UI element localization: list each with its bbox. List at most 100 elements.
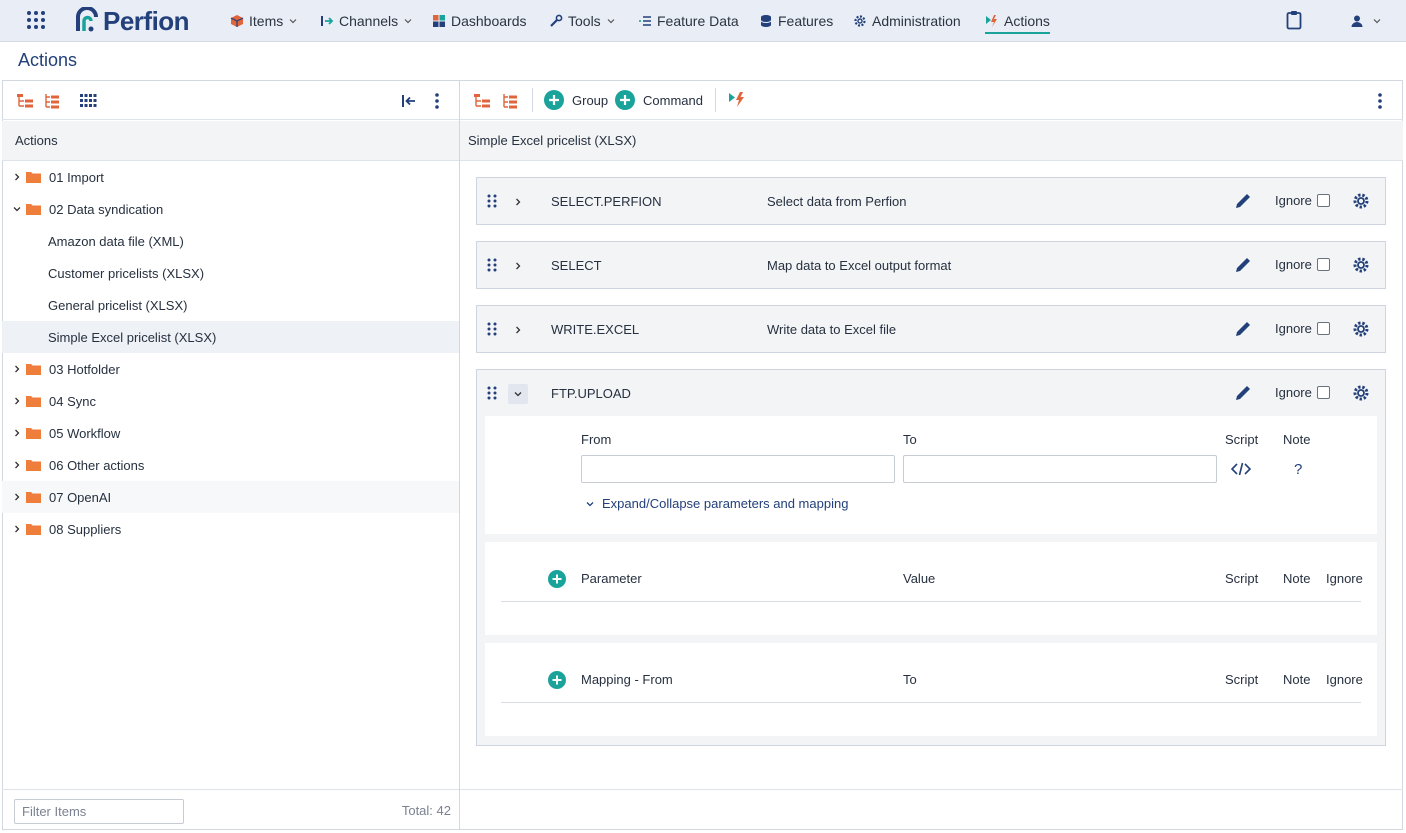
- collapse-panel-icon[interactable]: [400, 92, 418, 110]
- tree-folder-07-openai[interactable]: 07 OpenAI: [2, 481, 459, 513]
- chevron-right-icon[interactable]: [12, 460, 22, 470]
- tree-folder-03-hotfolder[interactable]: 03 Hotfolder: [2, 353, 459, 385]
- pencil-icon[interactable]: [1234, 192, 1252, 210]
- pencil-icon[interactable]: [1234, 384, 1252, 402]
- tree-folder-04-sync[interactable]: 04 Sync: [2, 385, 459, 417]
- nav-items[interactable]: Items: [230, 0, 298, 42]
- parameter-panel: Parameter Value Script Note Ignore: [485, 542, 1377, 635]
- pencil-icon[interactable]: [1234, 320, 1252, 338]
- run-action-icon[interactable]: [728, 91, 746, 109]
- gear-icon[interactable]: [1352, 192, 1370, 210]
- chevron-down-icon: [514, 392, 522, 397]
- tree-item-customer-pricelists[interactable]: Customer pricelists (XLSX): [2, 257, 459, 289]
- add-mapping-icon[interactable]: [548, 671, 566, 689]
- folder-icon: [26, 524, 41, 535]
- chevron-right-icon[interactable]: [12, 172, 22, 182]
- grid-view-icon[interactable]: [79, 92, 97, 110]
- clipboard-icon[interactable]: [1286, 10, 1302, 30]
- add-command-button[interactable]: Command: [615, 90, 703, 110]
- code-icon[interactable]: [1231, 462, 1251, 476]
- nav-administration[interactable]: Administration: [853, 0, 961, 42]
- folder-icon: [26, 396, 41, 407]
- chevron-right-icon[interactable]: [12, 396, 22, 406]
- chevron-right-icon[interactable]: [12, 364, 22, 374]
- tree-item-amazon-data-file[interactable]: Amazon data file (XML): [2, 225, 459, 257]
- collapse-command-button[interactable]: [508, 384, 528, 404]
- tree-folder-08-suppliers[interactable]: 08 Suppliers: [2, 513, 459, 545]
- tree-item-simple-excel-pricelist[interactable]: Simple Excel pricelist (XLSX): [2, 321, 459, 353]
- expand-command-button[interactable]: [508, 256, 528, 276]
- tree-folder-01-import[interactable]: 01 Import: [2, 161, 459, 193]
- expand-command-button[interactable]: [508, 192, 528, 212]
- filter-items-input[interactable]: [14, 799, 184, 824]
- note-help-icon[interactable]: ?: [1294, 461, 1302, 478]
- chevron-right-icon[interactable]: [12, 492, 22, 502]
- more-vertical-icon[interactable]: [428, 92, 446, 110]
- command-description: Select data from Perfion: [767, 194, 907, 209]
- nav-features[interactable]: Features: [759, 0, 833, 42]
- checkbox[interactable]: [1316, 386, 1330, 399]
- nav-administration-label: Administration: [872, 13, 961, 29]
- expand-all-icon[interactable]: [473, 92, 491, 110]
- tree-item-label: 06 Other actions: [49, 458, 145, 473]
- nav-tools[interactable]: Tools: [549, 0, 616, 42]
- gear-icon[interactable]: [1352, 384, 1370, 402]
- tree-item-label: 02 Data syndication: [49, 202, 164, 217]
- tree-folder-02-data-syndication[interactable]: 02 Data syndication: [2, 193, 459, 225]
- folder-icon: [26, 172, 41, 183]
- collapse-all-icon[interactable]: [501, 92, 519, 110]
- wrench-icon: [550, 14, 563, 27]
- nav-dashboards[interactable]: Dashboards: [432, 0, 527, 42]
- total-count: Total: 42: [401, 803, 451, 818]
- from-input[interactable]: [581, 455, 895, 483]
- chevron-right-icon[interactable]: [12, 428, 22, 438]
- database-icon: [760, 15, 772, 27]
- tree-item-general-pricelist[interactable]: General pricelist (XLSX): [2, 289, 459, 321]
- tree-item-label: Customer pricelists (XLSX): [48, 266, 205, 281]
- checkbox[interactable]: [1316, 322, 1330, 335]
- perfion-logo[interactable]: Perfion: [74, 6, 190, 36]
- nav-feature-data[interactable]: Feature Data: [638, 0, 739, 42]
- add-group-button[interactable]: Group: [544, 90, 608, 110]
- expand-command-button[interactable]: [508, 320, 528, 340]
- drag-handle-icon[interactable]: [486, 258, 498, 272]
- parameter-col: Parameter: [581, 571, 642, 586]
- value-col: Value: [903, 571, 936, 586]
- tree-item-label: 04 Sync: [49, 394, 96, 409]
- chevron-right-icon[interactable]: [12, 524, 22, 534]
- chevron-right-icon: [516, 262, 521, 270]
- divider: [501, 702, 1361, 703]
- expand-collapse-link[interactable]: Expand/Collapse parameters and mapping: [585, 496, 848, 511]
- drag-handle-icon[interactable]: [486, 386, 498, 400]
- tree-folder-05-workflow[interactable]: 05 Workflow: [2, 417, 459, 449]
- nav-items-label: Items: [249, 13, 284, 29]
- drag-handle-icon[interactable]: [486, 322, 498, 336]
- ignore-checkbox[interactable]: Ignore: [1275, 257, 1330, 272]
- user-menu[interactable]: [1350, 13, 1386, 29]
- nav-actions[interactable]: Actions: [985, 0, 1050, 42]
- to-input[interactable]: [903, 455, 1217, 483]
- gear-icon[interactable]: [1352, 320, 1370, 338]
- drag-handle-icon[interactable]: [486, 194, 498, 208]
- add-parameter-icon[interactable]: [548, 570, 566, 588]
- pencil-icon[interactable]: [1234, 256, 1252, 274]
- script-col: Script: [1225, 672, 1259, 687]
- collapse-tree-icon[interactable]: [43, 92, 61, 110]
- gear-icon[interactable]: [1352, 256, 1370, 274]
- perfion-logo-icon: [76, 7, 98, 32]
- ignore-checkbox[interactable]: Ignore: [1275, 193, 1330, 208]
- chevron-down-icon[interactable]: [12, 204, 22, 214]
- ignore-checkbox[interactable]: Ignore: [1275, 321, 1330, 336]
- more-vertical-icon[interactable]: [1371, 92, 1389, 110]
- apps-grid-icon[interactable]: [26, 10, 46, 30]
- expand-tree-icon[interactable]: [16, 92, 34, 110]
- tree-item-label: 07 OpenAI: [49, 490, 112, 505]
- checkbox[interactable]: [1316, 258, 1330, 271]
- checkbox[interactable]: [1316, 194, 1330, 207]
- dashboard-icon: [433, 15, 445, 27]
- ignore-checkbox[interactable]: Ignore: [1275, 385, 1330, 400]
- actions-icon: [986, 15, 997, 27]
- tree-folder-06-other-actions[interactable]: 06 Other actions: [2, 449, 459, 481]
- nav-dashboards-label: Dashboards: [451, 13, 527, 29]
- nav-channels[interactable]: Channels: [320, 0, 413, 42]
